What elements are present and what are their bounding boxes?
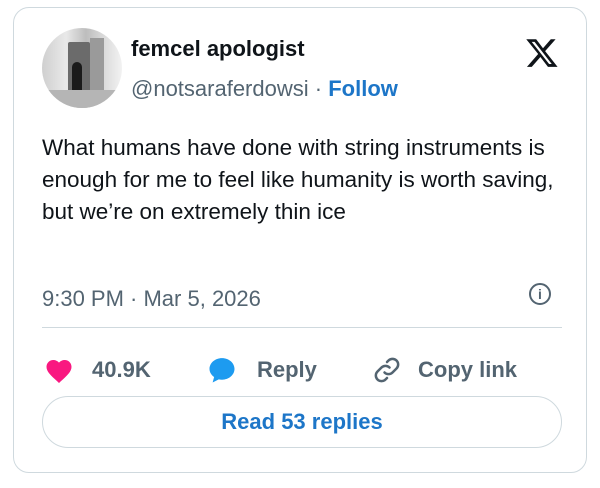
author-name[interactable]: femcel apologist — [131, 36, 305, 62]
info-icon[interactable]: i — [529, 283, 551, 305]
copy-link-button[interactable]: Copy link — [372, 348, 517, 392]
author-handle[interactable]: @notsaraferdowsi — [131, 76, 309, 101]
reply-bubble-icon — [209, 358, 235, 383]
tweet-text: What humans have done with string instru… — [42, 135, 554, 224]
tweet-card: femcel apologist @notsaraferdowsi · Foll… — [13, 7, 587, 473]
copy-link-label: Copy link — [418, 357, 518, 382]
divider — [42, 327, 562, 328]
separator-dot: · — [314, 76, 323, 101]
like-button[interactable]: 40.9K — [44, 348, 151, 392]
read-replies-button[interactable]: Read 53 replies — [42, 396, 562, 448]
avatar-photo-detail — [42, 90, 122, 108]
reply-label: Reply — [257, 357, 317, 382]
action-bar: 40.9K Reply Copy link — [42, 348, 562, 392]
avatar[interactable] — [42, 28, 122, 108]
heart-icon — [46, 360, 72, 383]
like-count: 40.9K — [92, 357, 151, 382]
follow-button[interactable]: Follow — [328, 76, 398, 101]
avatar-photo-detail — [90, 38, 104, 96]
x-logo-icon[interactable] — [524, 36, 560, 70]
avatar-photo-detail — [72, 62, 82, 92]
handle-row: @notsaraferdowsi · Follow — [131, 76, 398, 102]
tweet-timestamp[interactable]: 9:30 PM · Mar 5, 2026 — [42, 286, 261, 312]
link-icon — [374, 357, 400, 383]
reply-button[interactable]: Reply — [207, 348, 317, 392]
